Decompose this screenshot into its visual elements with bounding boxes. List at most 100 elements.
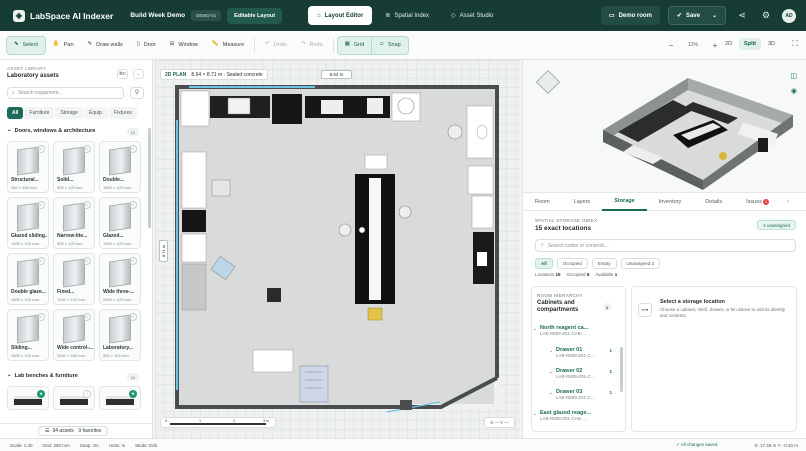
tree-node[interactable]: ⌄ Drawer 02 LAB-R809-Z01-C... 1 [549, 368, 614, 379]
asset-count-pill[interactable]: ☰ 94 assets · 9 favorites [38, 426, 109, 436]
asset-card[interactable]: ☆ Glazed sliding... 1200 × 120 mm [7, 197, 49, 249]
tab-furniture[interactable]: Furniture [24, 107, 55, 119]
tab-room[interactable]: Room [523, 194, 562, 211]
fullscreen-icon[interactable]: ⛶ [792, 40, 798, 48]
star-icon[interactable]: ☆ [129, 313, 137, 321]
star-icon[interactable]: ☆ [83, 257, 91, 265]
tab-fixtures[interactable]: Fixtures [109, 107, 137, 119]
asset-card[interactable]: ☆ Glazed... 1000 × 120 mm [99, 197, 141, 249]
chevron-down-icon[interactable]: ⌄ [549, 390, 553, 396]
tab-all[interactable]: All [7, 107, 24, 119]
chevron-down-icon[interactable]: ⌄ [712, 13, 717, 19]
star-icon[interactable]: ☆ [37, 201, 45, 209]
pan-tool[interactable]: ✋ Pan [46, 36, 81, 55]
star-icon[interactable]: ☆ [129, 201, 137, 209]
undo-button[interactable]: ↶ Undo [258, 36, 294, 55]
filter-all[interactable]: All [535, 258, 553, 269]
tab-layers[interactable]: Layers [562, 194, 603, 211]
asset-card[interactable]: ☆ Structural... 450 × 450 mm [7, 141, 49, 193]
door-tool[interactable]: ▯ Door [130, 36, 163, 55]
tab-inventory[interactable]: Inventory [647, 194, 694, 211]
dimension-depth[interactable]: 8.71 m [159, 240, 168, 262]
unassigned-badge[interactable]: 2 unassigned [757, 220, 796, 230]
chevron-right-icon[interactable]: › [781, 194, 795, 211]
editable-layout-badge[interactable]: Editable Layout [227, 7, 283, 24]
chevron-down-icon[interactable]: ⌄ [533, 411, 537, 417]
section-doors-windows[interactable]: ⌄ Doors, windows & architecture [7, 128, 95, 134]
mode-spatial-index[interactable]: ≣ Spatial Index [376, 6, 438, 25]
star-icon[interactable]: ☆ [129, 145, 137, 153]
asset-card[interactable]: ☆ Sliding... 1600 × 120 mm [7, 309, 49, 361]
plan-canvas[interactable]: 2D PLAN 8.64 × 8.71 m · Sealed concrete … [155, 60, 520, 438]
tree-node[interactable]: ⌄ North reagent ca... LAB-R809-Z01-CAB-... [533, 325, 614, 336]
asset-thumbnail [17, 146, 39, 176]
asset-card[interactable]: ☆ Fixed... 1200 × 120 mm [53, 253, 95, 305]
tab-storage[interactable]: Storage [602, 194, 647, 211]
star-icon[interactable]: ☆ [83, 145, 91, 153]
star-icon[interactable]: ☆ [83, 313, 91, 321]
filter-icon[interactable]: ⚲ [130, 87, 144, 99]
measure-tool[interactable]: 📏 Measure [205, 36, 251, 55]
gear-icon[interactable]: ⚙ [758, 11, 774, 20]
3d-preview[interactable]: ◫ ◉ [523, 60, 806, 193]
draw-walls-tool[interactable]: ✎ Draw walls [81, 36, 130, 55]
asset-card[interactable]: ☆ [53, 386, 95, 410]
zoom-out-button[interactable]: − [662, 36, 680, 54]
window-tool[interactable]: ⊟ Window [163, 36, 205, 55]
snap-toggle[interactable]: ⊃ Snap [371, 35, 409, 55]
avatar[interactable]: AD [782, 8, 796, 23]
mode-layout-editor[interactable]: ⌂ Layout Editor [308, 6, 373, 25]
asset-card[interactable]: ☆ Double... 1800 × 120 mm [99, 141, 141, 193]
save-button[interactable]: ✔ Save ⌄ [667, 6, 726, 25]
star-icon[interactable]: ☆ [37, 257, 45, 265]
chevron-down-icon[interactable]: ⌄ [549, 369, 553, 375]
collapse-sidebar-icon[interactable]: ‹ [133, 69, 144, 79]
section-lab-benches[interactable]: ⌄ Lab benches & furniture [7, 373, 78, 379]
filter-occupied[interactable]: Occupied [556, 258, 588, 269]
asset-card[interactable]: ★ [99, 386, 141, 410]
shortcut-icon[interactable]: ⌘K [117, 69, 128, 79]
chevron-down-icon[interactable]: ⌄ [533, 326, 537, 332]
star-icon[interactable]: ☆ [83, 201, 91, 209]
sidebar-scrollbar[interactable] [148, 128, 151, 228]
tab-equip[interactable]: Equip. [83, 107, 109, 119]
dimension-width[interactable]: 8.64 m [321, 70, 352, 79]
tree-node[interactable]: ⌄ Drawer 03 LAB-R809-Z01-C... 1 [549, 389, 614, 400]
floor-plan-svg[interactable] [155, 60, 520, 438]
tab-issues[interactable]: Issues 1 [734, 194, 781, 211]
tree-scrollbar[interactable] [620, 347, 623, 392]
star-filled-icon[interactable]: ★ [37, 390, 45, 398]
asset-card[interactable]: ☆ Laboratory... 900 × 300 mm [99, 309, 141, 361]
tree-node[interactable]: ⌄ Drawer 01 LAB-R809-Z01-C... 1 [549, 347, 614, 358]
view-3d[interactable]: 3D [763, 38, 780, 50]
asset-card[interactable]: ☆ Wide three-... 2400 × 120 mm [99, 253, 141, 305]
redo-button[interactable]: ↷ Redo [294, 36, 330, 55]
tab-storage[interactable]: Storage [55, 107, 83, 119]
star-icon[interactable]: ☆ [37, 313, 45, 321]
asset-search-input[interactable]: ⌕ Search equipment... [7, 87, 124, 99]
chevron-down-icon[interactable]: ⌄ [549, 348, 553, 354]
star-icon[interactable]: ☆ [83, 390, 91, 398]
star-icon[interactable]: ☆ [129, 257, 137, 265]
panel-layout-icon[interactable]: ◫ [790, 73, 797, 80]
demo-room-button[interactable]: ▭ Demo room [600, 6, 660, 25]
tree-node[interactable]: ⌄ East glazed reage... LAB-R809-Z01-CAB-..… [533, 410, 614, 421]
storage-search-input[interactable]: ⌕ Search codes or contents... [535, 239, 796, 252]
star-filled-icon[interactable]: ★ [129, 390, 137, 398]
star-icon[interactable]: ☆ [37, 145, 45, 153]
mode-asset-studio[interactable]: ◇ Asset Studio [442, 6, 502, 25]
share-icon[interactable]: ⋖ [734, 11, 750, 20]
asset-card[interactable]: ☆ Solid... 900 × 120 mm [53, 141, 95, 193]
view-2d[interactable]: 2D [720, 38, 737, 50]
grid-toggle[interactable]: ▦ Grid [336, 35, 373, 55]
view-split[interactable]: Split [739, 38, 761, 50]
eye-icon[interactable]: ◉ [791, 88, 797, 95]
select-tool[interactable]: ⬉ Select [6, 35, 46, 55]
asset-card[interactable]: ☆ Narrow-lite... 900 × 120 mm [53, 197, 95, 249]
asset-card[interactable]: ☆ Double glaze... 1800 × 120 mm [7, 253, 49, 305]
filter-empty[interactable]: Empty [591, 258, 617, 269]
filter-unassigned[interactable]: Unassigned 2 [620, 258, 661, 269]
tab-details[interactable]: Details [693, 194, 734, 211]
asset-card[interactable]: ☆ Wide control-... 2000 × 160 mm [53, 309, 95, 361]
asset-card[interactable]: ★ [7, 386, 49, 410]
